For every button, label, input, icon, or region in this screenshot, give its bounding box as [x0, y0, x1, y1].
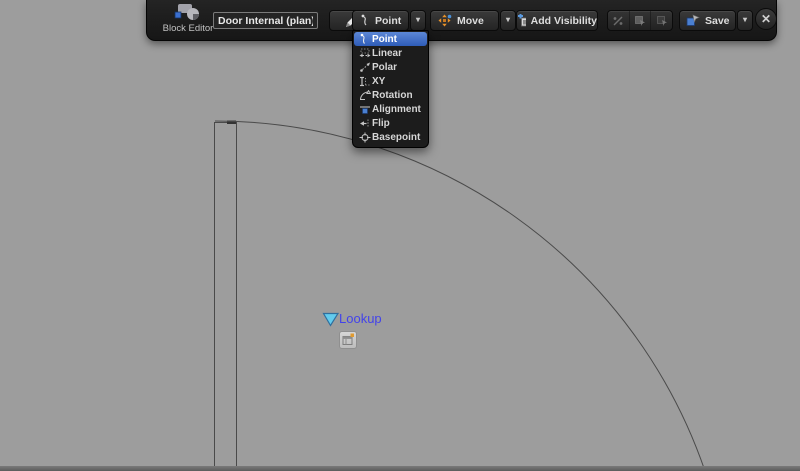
move-dropdown-arrow[interactable]: ▾	[500, 10, 516, 31]
move-button-label: Move	[457, 14, 484, 27]
block-editor-toolbar: Block Editor Point ▾ Move ▾	[146, 0, 777, 41]
visibility-mode-button[interactable]	[608, 11, 629, 30]
polar-icon	[357, 62, 372, 73]
menu-item-rotation[interactable]: Rotation	[354, 88, 427, 102]
menu-item-flip[interactable]: Flip	[354, 116, 427, 130]
close-icon: ✕	[760, 12, 772, 26]
chevron-down-icon: ▾	[415, 15, 420, 24]
menu-item-label: Flip	[372, 117, 390, 129]
menu-item-basepoint[interactable]: Basepoint	[354, 130, 427, 144]
point-icon	[361, 14, 367, 26]
make-invisible-icon	[656, 15, 667, 26]
door-leaf-outline	[214, 122, 237, 471]
flip-icon	[357, 118, 372, 129]
menu-item-point[interactable]: Point	[354, 32, 427, 46]
move-icon	[438, 14, 452, 26]
add-visibility-label: Add Visibility	[530, 14, 597, 27]
block-editor-label: Block Editor	[162, 23, 214, 34]
point-icon	[357, 33, 372, 45]
menu-item-label: Basepoint	[372, 131, 421, 143]
point-parameter-menu: Point Linear Polar XY Rotation Alignment…	[352, 30, 429, 148]
menu-item-linear[interactable]: Linear	[354, 46, 427, 60]
lookup-table-icon[interactable]	[339, 331, 357, 349]
block-editor-icon	[174, 4, 199, 20]
add-visibility-button[interactable]: Add Visibility	[516, 10, 598, 31]
window-bottom-edge	[0, 466, 800, 471]
menu-item-xy[interactable]: XY	[354, 74, 427, 88]
close-block-editor-button[interactable]: ✕	[755, 8, 777, 30]
lookup-grip-triangle-icon[interactable]	[322, 311, 339, 327]
xy-icon	[357, 76, 372, 87]
visibility-mode-icon	[613, 16, 623, 25]
chevron-down-icon: ▾	[742, 15, 747, 24]
linear-icon	[357, 48, 372, 59]
lookup-parameter-label: Lookup	[339, 311, 382, 326]
save-dropdown-arrow[interactable]: ▾	[737, 10, 753, 31]
visibility-states-group	[607, 10, 673, 31]
make-invisible-button[interactable]	[650, 11, 672, 30]
save-button-label: Save	[705, 14, 730, 27]
menu-item-label: Point	[372, 33, 397, 45]
basepoint-icon	[357, 132, 372, 143]
rotation-icon	[357, 89, 372, 101]
make-visible-icon	[635, 15, 645, 26]
block-name-field[interactable]	[213, 12, 318, 29]
point-button-label: Point	[375, 14, 402, 27]
alignment-icon	[357, 104, 372, 115]
move-action-button[interactable]: Move	[430, 10, 499, 31]
menu-item-label: Polar	[372, 61, 398, 73]
point-dropdown-arrow[interactable]: ▾	[410, 10, 426, 31]
save-block-button[interactable]: Save	[679, 10, 736, 31]
make-visible-button[interactable]	[628, 11, 651, 30]
lookup-parameter[interactable]: Lookup	[322, 311, 392, 349]
menu-item-label: XY	[372, 75, 386, 87]
point-parameter-button[interactable]: Point	[352, 10, 409, 31]
save-icon	[686, 14, 700, 26]
menu-item-label: Alignment	[372, 103, 421, 115]
menu-item-label: Linear	[372, 47, 403, 59]
door-swing-arc	[214, 120, 706, 471]
menu-item-label: Rotation	[372, 89, 413, 101]
block-editor-badge: Block Editor	[157, 3, 219, 34]
menu-item-alignment[interactable]: Alignment	[354, 102, 427, 116]
menu-item-polar[interactable]: Polar	[354, 60, 427, 74]
chevron-down-icon: ▾	[505, 15, 510, 24]
add-visibility-icon	[518, 14, 526, 27]
